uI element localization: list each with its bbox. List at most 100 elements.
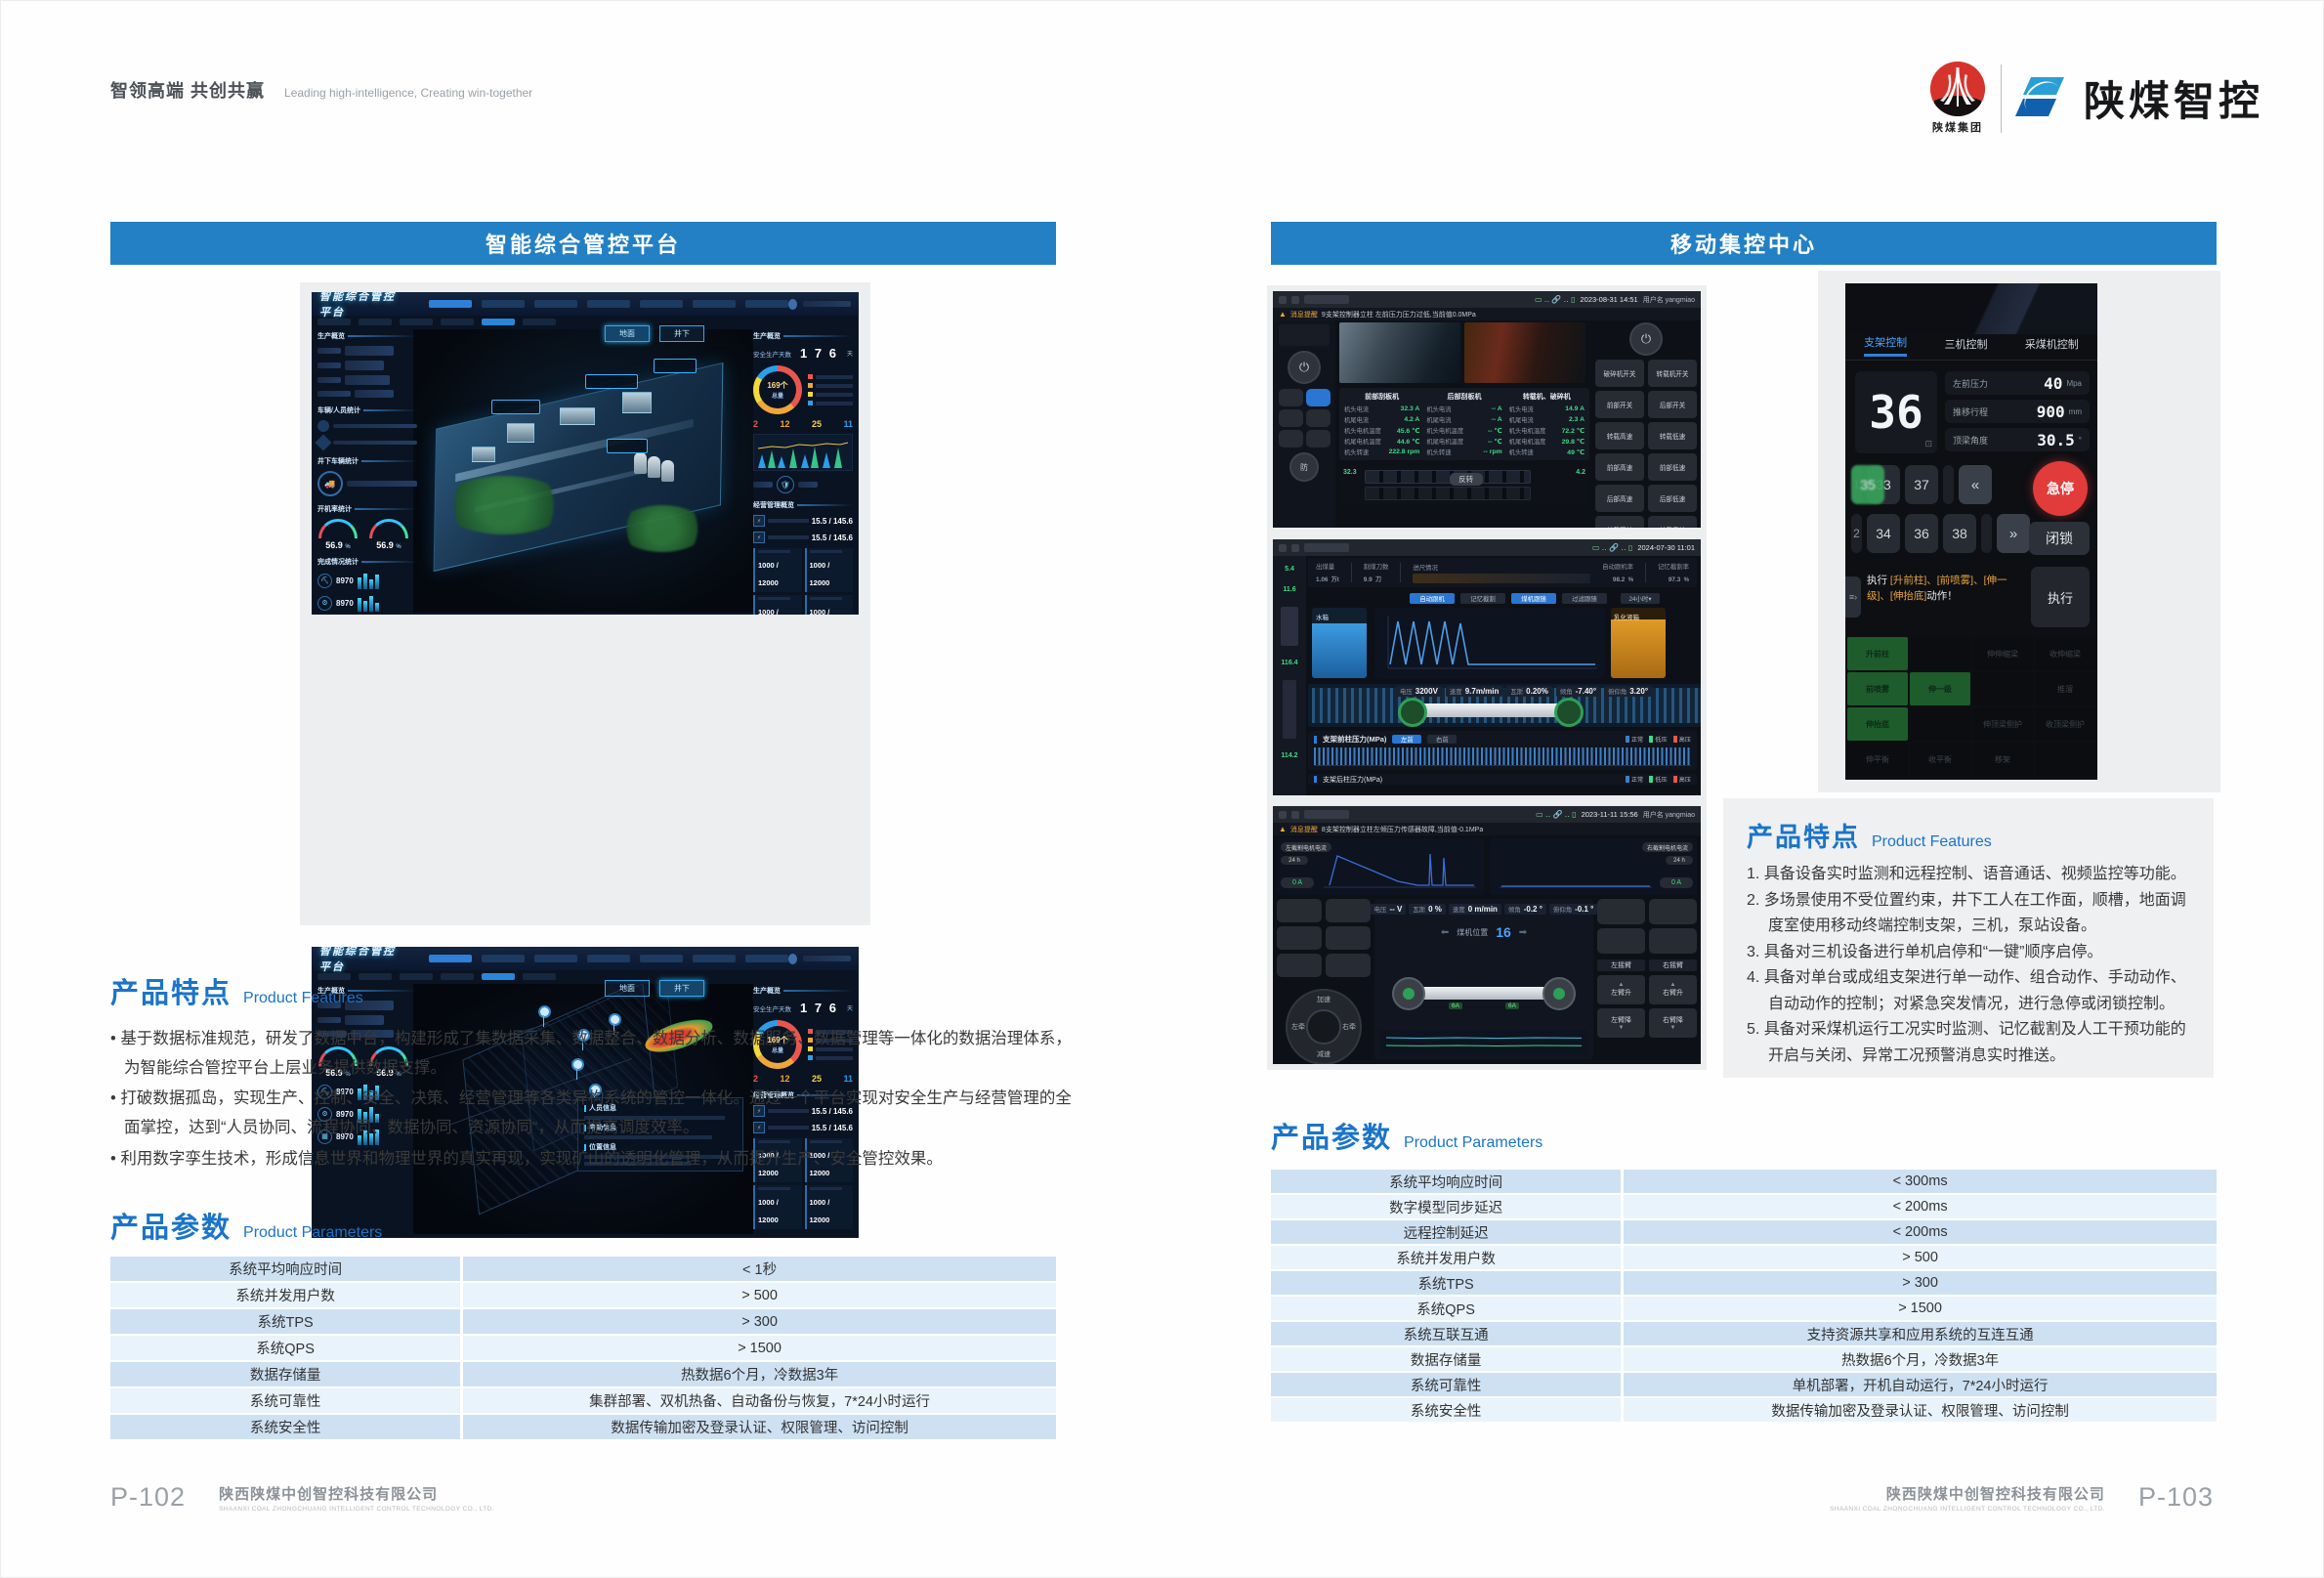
machine-button[interactable]: 转载正转 <box>1595 516 1644 528</box>
machine-button[interactable]: 前部开关 <box>1595 391 1644 418</box>
control-tile[interactable] <box>1597 928 1645 954</box>
arm-button[interactable]: 右臂降▼ <box>1649 1008 1697 1038</box>
belt-estop-button[interactable]: ⏻ <box>1288 351 1321 384</box>
support-row-odd[interactable]: 1 33 35 37 « <box>1851 465 1992 504</box>
arm-button[interactable]: 左臂降▼ <box>1597 1008 1645 1038</box>
view-toggle-surface[interactable]: 地面 <box>605 325 650 342</box>
action-button[interactable] <box>1972 672 2033 705</box>
view-toggle[interactable]: 地面 井下 <box>605 980 704 997</box>
chart-period-pill[interactable]: 24 h <box>1666 856 1693 865</box>
mode-tile[interactable] <box>1277 954 1322 977</box>
view-toggle[interactable]: 地面 井下 <box>605 325 704 342</box>
support-number-button[interactable]: 34 <box>1867 514 1900 553</box>
phone-tab-bar[interactable]: 支架控制 三机控制 采煤机控制 <box>1845 334 2097 357</box>
tab-shearer[interactable]: 采煤机控制 <box>2025 336 2079 356</box>
machine-button[interactable]: 破碎机开关 <box>1595 360 1644 387</box>
support-number-button[interactable]: 38 <box>1943 514 1976 553</box>
control-tile[interactable] <box>1649 928 1697 954</box>
dashboard1-tabs[interactable] <box>317 319 556 325</box>
action-button[interactable]: 升前柱 <box>1847 637 1908 670</box>
support-row-even[interactable]: 2 34 36 38 » <box>1851 514 2030 553</box>
drawer-handle[interactable]: ≡› <box>1845 576 1861 618</box>
pressure-tab-left[interactable]: 左前 <box>1392 735 1421 744</box>
arm-button[interactable]: ▲右臂升 <box>1649 975 1697 1004</box>
chart-period-pill[interactable]: 24 h <box>1281 856 1308 865</box>
mode-tile[interactable] <box>1326 899 1371 922</box>
machine-switch-grid[interactable]: 破碎机开关 转载机开关 前部开关 后部开关 转载高速 转载低速 前部高速 前部低… <box>1595 360 1697 528</box>
dashboard2-nav[interactable] <box>429 955 788 962</box>
machine-button[interactable]: 前部高速 <box>1595 453 1644 481</box>
action-button[interactable]: 伸抬底 <box>1847 707 1908 741</box>
action-button[interactable]: 伸伸缩梁 <box>1972 637 2033 670</box>
arm-button-grid[interactable]: ▲左臂升 ▲右臂升 左臂降▼ 右臂降▼ <box>1597 975 1697 1038</box>
mode-tile[interactable] <box>1277 899 1322 922</box>
view-toggle-underground[interactable]: 井下 <box>659 325 704 342</box>
mode-tile-grid[interactable] <box>1277 899 1371 977</box>
action-button[interactable]: 收平衡 <box>1910 743 1970 776</box>
support-number-button[interactable]: 37 <box>1905 465 1938 504</box>
mode-button[interactable]: 煤机跟随 <box>1511 593 1556 604</box>
machine-button[interactable]: 后部高速 <box>1595 485 1644 512</box>
support-number-button[interactable]: 2 <box>1851 514 1862 553</box>
action-button[interactable]: 收伸缩梁 <box>2035 637 2095 670</box>
mode-tiles[interactable] <box>1279 389 1331 448</box>
page-prev-button[interactable]: « <box>1959 465 1992 504</box>
dashboard1-nav[interactable] <box>429 300 788 308</box>
action-button[interactable] <box>1910 707 1970 741</box>
support-number-button[interactable] <box>1943 465 1954 504</box>
mode-tile[interactable] <box>1279 389 1303 406</box>
arm-button[interactable]: ▲左臂升 <box>1597 975 1645 1004</box>
machine-button[interactable]: 转载低速 <box>1648 422 1697 449</box>
tab-three-machine[interactable]: 三机控制 <box>1944 336 1987 356</box>
support-number-button[interactable] <box>1981 514 1992 553</box>
reverse-button[interactable]: 反转 <box>1450 473 1483 486</box>
mode-button[interactable]: 记忆截割 <box>1460 593 1505 604</box>
mode-tile[interactable] <box>1326 926 1371 950</box>
action-button[interactable]: 伸一级 <box>1910 672 1970 705</box>
action-button[interactable]: 前喷雾 <box>1847 672 1908 705</box>
view-toggle-surface[interactable]: 地面 <box>605 980 650 997</box>
action-button[interactable]: 推溜 <box>2035 672 2095 705</box>
action-button[interactable]: 伸顶梁侧护 <box>1972 707 2033 741</box>
guard-button[interactable]: 防 <box>1289 452 1319 482</box>
machine-button[interactable]: 后部开关 <box>1648 391 1697 418</box>
action-button[interactable] <box>1910 637 1970 670</box>
mode-button[interactable]: 自动跟机 <box>1410 593 1455 604</box>
control-tile[interactable] <box>1649 899 1697 924</box>
mode-tile[interactable] <box>1306 409 1331 427</box>
action-button[interactable]: 收顶梁侧护 <box>2035 707 2095 741</box>
support-number-button-selected[interactable]: 35 <box>1851 465 1884 504</box>
arrow-left-icon[interactable]: ⬅ <box>1441 927 1449 938</box>
action-button[interactable]: 伸平衡 <box>1847 743 1908 776</box>
page-next-button[interactable]: » <box>1997 514 2030 553</box>
machine-button[interactable]: 后部低速 <box>1648 485 1697 512</box>
speed-dpad[interactable]: 加速 左牵 右牵 减速 <box>1286 989 1362 1064</box>
action-button[interactable] <box>2035 743 2095 776</box>
mode-button-row[interactable]: 自动跟机 记忆截割 煤机跟随 过滤跟随 <box>1410 593 1607 604</box>
machine-button[interactable]: 转载高速 <box>1595 422 1644 449</box>
machine-button[interactable]: 转载反转 <box>1648 516 1697 528</box>
pressure-tab-right[interactable]: 右前 <box>1427 735 1457 744</box>
view-toggle-underground[interactable]: 井下 <box>659 980 704 997</box>
mode-tile[interactable] <box>1306 389 1331 406</box>
execute-button[interactable]: 执行 <box>2031 567 2090 627</box>
mode-tile[interactable] <box>1306 430 1331 448</box>
support-action-grid[interactable]: 升前柱 伸伸缩梁 收伸缩梁 前喷雾 伸一级 推溜 伸抬底 伸顶梁侧护 收顶梁侧护… <box>1847 637 2095 776</box>
emergency-stop-button[interactable]: 急停 <box>2033 461 2088 516</box>
period-dropdown[interactable]: 24小时 ▾ <box>1621 593 1660 604</box>
support-number-button[interactable]: 36 <box>1905 514 1938 553</box>
mode-tile[interactable] <box>1279 430 1303 448</box>
mode-tile[interactable] <box>1326 954 1371 977</box>
mode-button[interactable]: 过滤跟随 <box>1562 593 1607 604</box>
action-button[interactable]: 移架 <box>1972 743 2033 776</box>
control-tile[interactable] <box>1597 899 1645 924</box>
machine-button[interactable]: 转载机开关 <box>1648 360 1697 387</box>
interlock-button[interactable]: 闭锁 <box>2029 522 2090 555</box>
tab-support-control[interactable]: 支架控制 <box>1864 334 1907 357</box>
arrow-right-icon[interactable]: ➡ <box>1519 927 1527 938</box>
machine-button[interactable]: 前部低速 <box>1648 453 1697 481</box>
mode-tile[interactable] <box>1279 409 1303 427</box>
mode-tile[interactable] <box>1277 926 1322 950</box>
master-power-button[interactable]: ⏻ <box>1629 322 1663 356</box>
start-stop-grid[interactable] <box>1597 899 1697 954</box>
